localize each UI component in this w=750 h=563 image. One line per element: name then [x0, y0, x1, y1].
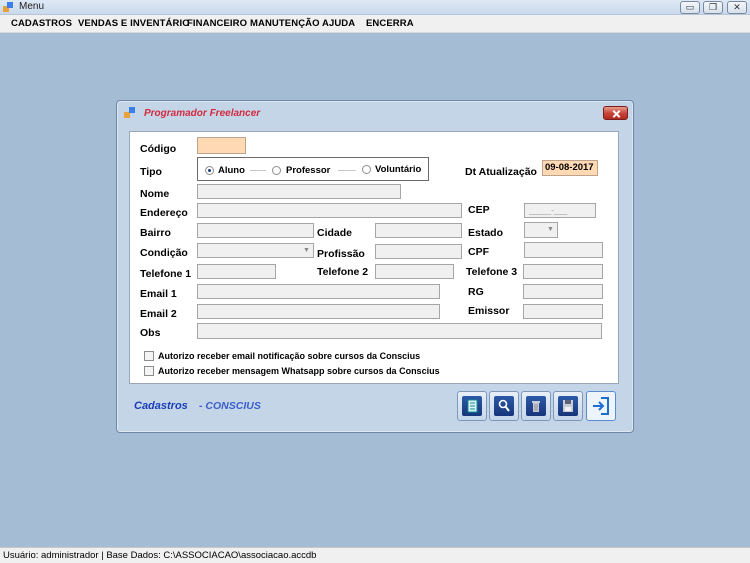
footer-cadastros: Cadastros	[134, 400, 188, 412]
estado-label: Estado	[468, 227, 504, 239]
menu-encerra[interactable]: ENCERRA	[366, 18, 414, 29]
dt-atualizacao-label: Dt Atualização	[465, 166, 537, 178]
dialog-title: Programador Freelancer	[144, 108, 261, 119]
radio-voluntario-label: Voluntário	[375, 164, 422, 175]
menu-manutencao[interactable]: MANUTENÇÃO	[250, 18, 320, 29]
delete-button[interactable]	[521, 391, 551, 421]
new-record-button[interactable]	[457, 391, 487, 421]
obs-label: Obs	[140, 327, 161, 339]
email-consent-checkbox[interactable]	[144, 351, 154, 361]
emissor-label: Emissor	[468, 305, 510, 317]
dialog-app-icon	[124, 107, 135, 118]
status-bar: Usuário: administrador | Base Dados: C:\…	[0, 547, 750, 563]
telefone3-field[interactable]	[523, 264, 603, 279]
save-icon	[563, 400, 573, 412]
rg-field[interactable]	[523, 284, 603, 299]
form-panel: Código Tipo Aluno Professor Voluntário D…	[129, 131, 619, 384]
dt-atualizacao-field[interactable]: 09-08-2017	[542, 160, 598, 176]
trash-icon	[532, 401, 540, 412]
email1-label: Email 1	[140, 288, 177, 300]
dialog-title-bar: Programador Freelancer	[117, 101, 633, 125]
whatsapp-consent-label: Autorizo receber mensagem Whatsapp sobre…	[158, 366, 440, 376]
close-window-button[interactable]: ✕	[727, 1, 747, 14]
emissor-field[interactable]	[523, 304, 603, 319]
search-button[interactable]	[489, 391, 519, 421]
cep-field[interactable]: _____-___	[524, 203, 596, 218]
telefone1-field[interactable]	[197, 264, 276, 279]
codigo-label: Código	[140, 143, 177, 155]
bairro-field[interactable]	[197, 223, 314, 238]
exit-icon	[593, 397, 609, 415]
cidade-field[interactable]	[375, 223, 462, 238]
save-button[interactable]	[553, 391, 583, 421]
menu-vendas-inventario[interactable]: VENDAS E INVENTÁRIO	[78, 18, 190, 29]
restore-button[interactable]: ❐	[703, 1, 723, 14]
new-document-icon	[467, 399, 478, 413]
separator	[338, 170, 356, 171]
telefone2-field[interactable]	[375, 264, 454, 279]
telefone2-label: Telefone 2	[317, 266, 369, 278]
main-title-bar: Menu ▭ ❐ ✕	[0, 0, 750, 15]
rg-label: RG	[468, 286, 484, 298]
tipo-group: Aluno Professor Voluntário	[197, 157, 429, 181]
cidade-label: Cidade	[317, 227, 353, 239]
cpf-label: CPF	[468, 246, 489, 258]
endereco-field[interactable]	[197, 203, 462, 218]
separator	[250, 170, 266, 171]
bairro-label: Bairro	[140, 227, 171, 239]
freelancer-dialog: Programador Freelancer Código Tipo Aluno…	[116, 100, 634, 433]
exit-button[interactable]	[586, 391, 616, 421]
condicao-label: Condição	[140, 247, 188, 259]
endereco-label: Endereço	[140, 207, 188, 219]
status-text: Usuário: administrador | Base Dados: C:\…	[3, 550, 317, 561]
menu-financeiro[interactable]: FINANCEIRO	[187, 18, 247, 29]
telefone1-label: Telefone 1	[140, 268, 192, 280]
nome-label: Nome	[140, 188, 170, 200]
profissao-field[interactable]	[375, 244, 462, 259]
menu-bar: CADASTROS VENDAS E INVENTÁRIO FINANCEIRO…	[0, 15, 750, 33]
radio-aluno-label: Aluno	[218, 165, 245, 176]
whatsapp-consent-checkbox[interactable]	[144, 366, 154, 376]
chevron-down-icon: ▼	[547, 226, 554, 233]
chevron-down-icon: ▼	[303, 247, 310, 254]
email1-field[interactable]	[197, 284, 440, 299]
nome-field[interactable]	[197, 184, 401, 199]
search-icon	[498, 399, 510, 412]
telefone3-label: Telefone 3	[466, 266, 518, 278]
radio-professor-label: Professor	[286, 165, 331, 176]
condicao-select[interactable]: ▼	[197, 243, 314, 258]
cep-label: CEP	[468, 204, 490, 216]
dialog-close-button[interactable]	[603, 106, 628, 120]
codigo-field[interactable]	[197, 137, 246, 154]
radio-professor[interactable]	[272, 166, 281, 175]
email-consent-label: Autorizo receber email notificação sobre…	[158, 351, 421, 361]
menu-cadastros[interactable]: CADASTROS	[11, 18, 72, 29]
radio-aluno[interactable]	[205, 166, 214, 175]
tipo-label: Tipo	[140, 166, 162, 178]
obs-field[interactable]	[197, 323, 602, 339]
email2-field[interactable]	[197, 304, 440, 319]
menu-ajuda[interactable]: AJUDA	[322, 18, 355, 29]
radio-voluntario[interactable]	[362, 165, 371, 174]
cpf-field[interactable]	[524, 242, 603, 258]
window-title: Menu	[19, 1, 45, 12]
app-icon	[3, 2, 13, 12]
email2-label: Email 2	[140, 308, 177, 320]
minimize-button[interactable]: ▭	[680, 1, 700, 14]
estado-select[interactable]: ▼	[524, 222, 558, 238]
footer-conscius: - CONSCIUS	[199, 400, 261, 412]
profissao-label: Profissão	[317, 248, 365, 260]
